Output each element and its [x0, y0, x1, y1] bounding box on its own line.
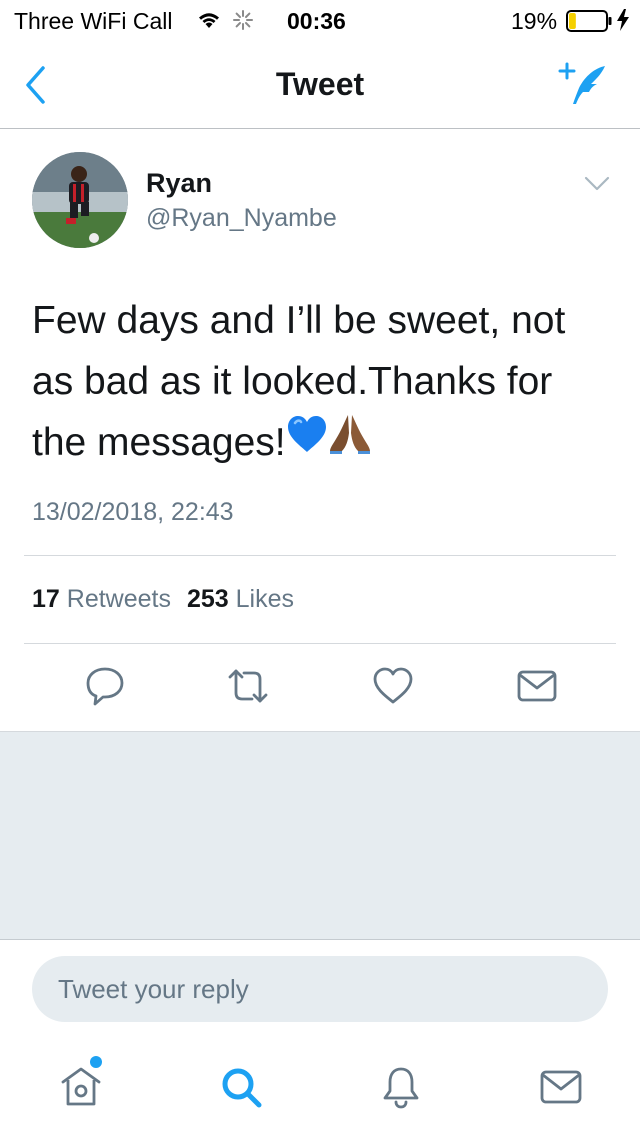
reply-placeholder: Tweet your reply	[58, 974, 249, 1004]
chevron-down-icon[interactable]	[584, 176, 610, 197]
tweet-actions	[0, 665, 640, 709]
likes-label: Likes	[235, 585, 295, 613]
likes-count: 253	[186, 585, 229, 613]
likes-stat[interactable]: 253 Likes	[187, 585, 294, 613]
divider	[24, 555, 616, 556]
tweet-body: Few days and I’ll be sweet, not as bad a…	[32, 290, 612, 473]
notifications-icon[interactable]	[378, 1064, 424, 1115]
carrier-label: Three WiFi Call	[14, 8, 173, 34]
navigation-bar: Tweet	[0, 40, 640, 129]
retweets-count: 17	[32, 585, 60, 613]
compose-tweet-icon[interactable]	[555, 60, 615, 115]
retweets-label: Retweets	[66, 585, 171, 613]
reply-input[interactable]: Tweet your reply	[32, 956, 608, 1022]
tweet-header: Ryan @Ryan_Nyambe	[32, 152, 612, 252]
tab-bar	[0, 1040, 640, 1136]
blue-heart-emoji	[286, 411, 328, 472]
search-icon[interactable]	[218, 1064, 264, 1115]
status-bar: Three WiFi Call 00:36 19%	[0, 0, 640, 40]
battery-icon	[566, 10, 612, 37]
replies-area	[0, 731, 640, 940]
tweet-timestamp[interactable]: 13/02/2018, 22:43	[32, 498, 234, 527]
folded-hands-emoji	[328, 411, 372, 473]
divider	[24, 643, 616, 644]
retweet-icon[interactable]	[224, 665, 272, 712]
tweet-stats: 17 Retweets 253 Likes	[32, 585, 294, 614]
spinner-icon	[232, 9, 254, 36]
wifi-icon	[196, 10, 222, 35]
home-notification-dot	[90, 1056, 102, 1068]
charging-bolt-icon	[616, 9, 630, 36]
status-time: 00:36	[287, 8, 346, 34]
avatar[interactable]	[32, 152, 128, 248]
like-icon[interactable]	[372, 665, 414, 712]
page-title: Tweet	[275, 66, 365, 102]
author-name[interactable]: Ryan	[146, 168, 212, 199]
share-dm-icon[interactable]	[516, 665, 558, 712]
retweets-stat[interactable]: 17 Retweets	[32, 585, 171, 613]
reply-icon[interactable]	[84, 665, 126, 712]
messages-icon[interactable]	[538, 1064, 584, 1115]
battery-percent: 19%	[511, 8, 558, 34]
author-handle[interactable]: @Ryan_Nyambe	[146, 204, 337, 233]
home-icon[interactable]	[58, 1064, 104, 1115]
